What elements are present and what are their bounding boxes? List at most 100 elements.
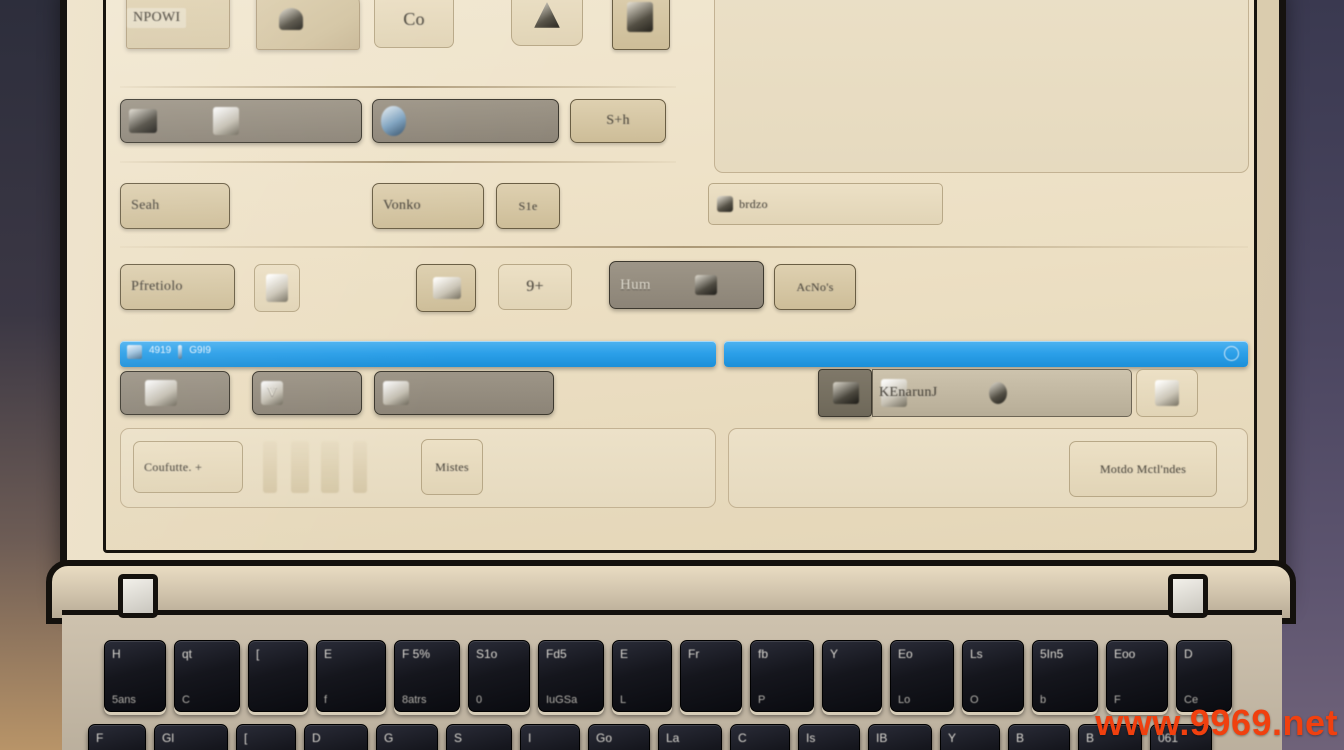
arrow-icon — [694, 275, 717, 295]
nav-combo[interactable]: Hum — [609, 261, 764, 309]
key-label-top: D — [312, 731, 321, 745]
keyboard-key[interactable]: Ef — [316, 640, 386, 712]
taskbar-item-list[interactable]: V — [252, 371, 362, 415]
flag-icon — [627, 2, 653, 32]
key-label-bottom: O — [970, 694, 979, 706]
pin-icon — [717, 196, 733, 212]
watermark: www.9969.net — [1095, 702, 1338, 743]
key-label-top: IB — [876, 731, 888, 745]
toolbar3-group-1[interactable] — [372, 99, 559, 143]
key-label-top: [ — [256, 647, 260, 661]
keyboard-key[interactable]: fb P — [750, 640, 814, 712]
key-label-bottom: P — [758, 694, 766, 706]
keyboard-key[interactable]: Glg — [154, 724, 228, 750]
key-label-top: B — [1086, 731, 1095, 745]
right-content-panel[interactable] — [714, 0, 1249, 173]
keyboard-key[interactable]: S1o 0 — [468, 640, 530, 712]
keyboard-key[interactable]: F — [88, 724, 146, 750]
footer-button-config-label: Coufutte. + — [144, 459, 203, 474]
toolbar3-button-2[interactable]: S+h — [570, 99, 666, 143]
nav-icon-button-1[interactable] — [254, 264, 300, 312]
keyboard-key[interactable]: H 5ans — [104, 640, 166, 712]
toolbar3-group-0[interactable] — [120, 99, 362, 143]
taskbar-item-book[interactable]: KEnarunJ — [872, 369, 1132, 417]
actions-button[interactable]: AcNo's — [774, 264, 856, 310]
taskbar-item-home[interactable] — [120, 371, 230, 415]
badge-button[interactable]: 9+ — [498, 264, 572, 310]
key-label-top: Y — [948, 731, 957, 745]
key-label-top: Fd5 — [546, 647, 567, 661]
triangle-icon — [534, 2, 560, 28]
search-input[interactable]: Seah — [120, 183, 230, 229]
keyboard-key[interactable]: Fd5 IuGSa — [538, 640, 604, 712]
keyboard-key[interactable]: IO — [520, 724, 580, 750]
address-field[interactable]: brdzo — [708, 183, 943, 225]
taskbar-item-lines[interactable] — [1136, 369, 1198, 417]
key-label-top: F — [96, 731, 104, 745]
search-option-1[interactable]: S1e — [496, 183, 560, 229]
key-label-bottom: b — [1040, 694, 1047, 706]
toolbar2-folder-1[interactable] — [256, 0, 360, 50]
toolbar2-button-2-label: Co — [403, 8, 425, 29]
divider-3 — [120, 246, 1248, 248]
toolbar2-folder-0[interactable]: NPOWI — [126, 0, 230, 49]
slot-icon-0 — [263, 441, 277, 493]
keyboard-key[interactable]: IB — [868, 724, 932, 750]
keyboard-key[interactable]: Y — [940, 724, 1000, 750]
title-bar-left[interactable]: 4919 G9I9 — [120, 341, 716, 367]
taskbar-item-cart[interactable] — [818, 369, 872, 417]
keyboard-key[interactable]: La — [658, 724, 722, 750]
keyboard-key[interactable]: D — [304, 724, 368, 750]
keyboard-key[interactable]: S. — [446, 724, 512, 750]
nav-icon-button-2[interactable] — [416, 264, 476, 312]
keyboard-key[interactable]: [ — [248, 640, 308, 712]
keyboard-key[interactable]: 5In5 b — [1032, 640, 1098, 712]
divider-2 — [120, 161, 676, 163]
toolbar3-button-2-label: S+h — [606, 113, 630, 128]
keyboard-key[interactable]: B — [1008, 724, 1070, 750]
footer-button-config[interactable]: Coufutte. + — [133, 441, 243, 493]
laptop-lid: Jectibt Abio Gendall Cus 1e — [60, 0, 1286, 604]
keyboard-key[interactable]: Fr — [680, 640, 742, 712]
keyboard-key[interactable]: G — [376, 724, 438, 750]
nav-combo-label: Hum — [620, 276, 651, 293]
slot-icon-1 — [291, 441, 309, 493]
keyboard-key[interactable]: qt C — [174, 640, 240, 712]
key-label-bottom: f — [324, 694, 328, 706]
toolbar2-button-2[interactable]: Co — [374, 0, 454, 48]
keyboard-key[interactable]: Y — [822, 640, 882, 712]
title-bar-right[interactable] — [724, 341, 1248, 367]
footer-note-card[interactable]: Motdo Mctl'ndes — [1069, 441, 1217, 497]
key-label-top: 5In5 — [1040, 647, 1064, 661]
bell-icon — [279, 8, 303, 30]
keyboard-key[interactable]: Is — [798, 724, 860, 750]
footer-panel-right: Motdo Mctl'ndes — [728, 428, 1248, 508]
key-label-bottom: 8atrs — [402, 694, 427, 706]
key-label-top: E — [620, 647, 629, 661]
keyboard-key[interactable]: F 5% 8atrs — [394, 640, 460, 712]
taskbar-item-chart[interactable] — [374, 371, 554, 415]
laptop-screen-bezel: Jectibt Abio Gendall Cus 1e — [103, 0, 1257, 553]
search-option-0[interactable]: Vonko — [372, 183, 484, 229]
previous-button[interactable]: Pfretiolo — [120, 264, 235, 310]
key-label-top: D — [1184, 647, 1193, 661]
home-icon — [145, 380, 177, 406]
window-icon — [127, 345, 142, 359]
badge-button-label: 9+ — [526, 278, 544, 295]
keyboard-key[interactable]: Ls O — [962, 640, 1024, 712]
key-label-top: Is — [806, 731, 816, 745]
key-label-top: H — [112, 647, 121, 661]
keyboard-key[interactable]: C — [730, 724, 790, 750]
keyboard-key[interactable]: EL — [612, 640, 672, 712]
keyboard-key[interactable]: Eo Lo — [890, 640, 954, 712]
toolbar2-button-4[interactable] — [612, 0, 670, 50]
monitor-icon — [433, 277, 461, 299]
toolbar2-button-3[interactable] — [511, 0, 583, 46]
keyboard-key[interactable]: Go — [588, 724, 650, 750]
keyboard-row-top: H 5ans qt C[Ef F 5% 8atrs S1o 0 Fd5 IuGSa E L Fr fb P Y… — [104, 640, 1232, 712]
footer-button-mistes[interactable]: Mistes — [421, 439, 483, 495]
divider-icon — [178, 345, 183, 359]
keyboard-key[interactable]: [ — [236, 724, 296, 750]
key-label-top: Y — [830, 647, 839, 661]
key-label-top: Ls — [970, 647, 983, 661]
